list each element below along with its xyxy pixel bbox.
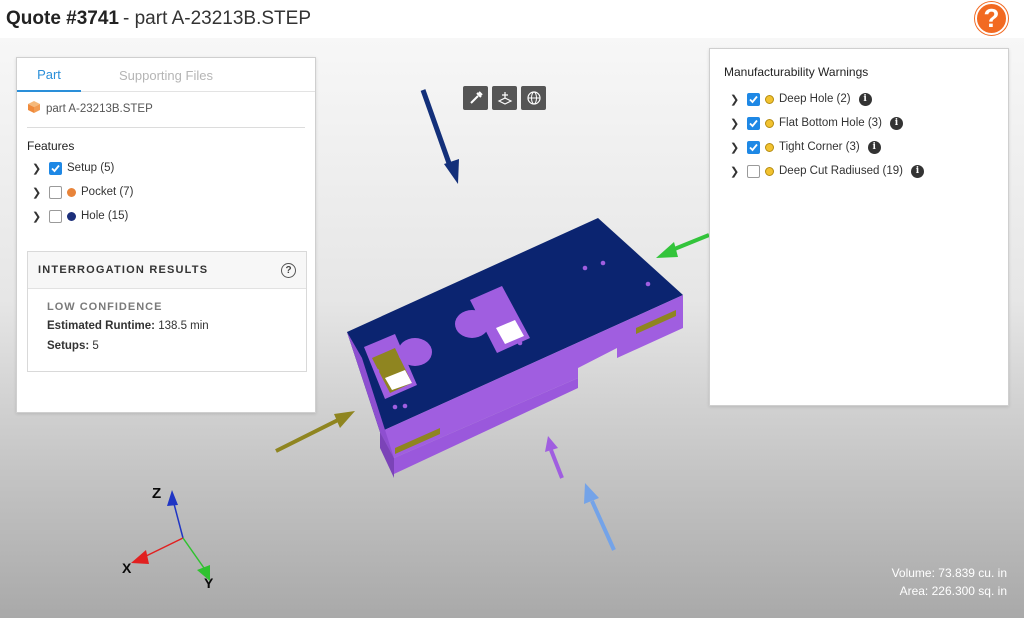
volume-readout: Volume: 73.839 cu. in (891, 566, 1007, 580)
warning-dot (765, 94, 774, 104)
axis-y-label: Y (204, 575, 214, 591)
warning-checkbox[interactable] (747, 140, 760, 154)
setups-line: Setups: 5 (47, 340, 287, 352)
quote-file-name: - part A-23213B.STEP (123, 8, 311, 29)
part-stats: Volume: 73.839 cu. in Area: 226.300 sq. … (892, 564, 1007, 600)
small-hole (600, 260, 606, 266)
arrow-olive (275, 411, 355, 453)
warnings-panel: Manufacturability Warnings ❯ Deep Hole (… (709, 48, 1009, 406)
arrow-purple (545, 436, 564, 479)
feature-item-pocket: ❯ Pocket (7) (32, 180, 315, 204)
warning-item-tight-corner: ❯ Tight Corner (3) i (730, 135, 1008, 159)
small-hole (374, 368, 380, 374)
part-file-name: part A-23213B.STEP (46, 102, 153, 115)
part-file-row[interactable]: part A-23213B.STEP (27, 100, 305, 128)
feature-item-setup: ❯ Setup (5) (32, 156, 315, 180)
chevron-right-icon[interactable]: ❯ (32, 210, 45, 223)
tab-supporting-files[interactable]: Supporting Files (81, 58, 251, 92)
warning-label: Deep Cut Radiused (19) (779, 165, 904, 177)
confidence-label: LOW CONFIDENCE (47, 301, 163, 313)
feature-item-hole: ❯ Hole (15) (32, 204, 315, 228)
feature-label: Hole (15) (81, 210, 129, 222)
axis-triad: Z X Y (122, 485, 214, 591)
chevron-right-icon[interactable]: ❯ (32, 186, 45, 199)
info-icon[interactable]: i (889, 116, 903, 130)
warning-label: Flat Bottom Hole (3) (779, 117, 882, 129)
warning-checkbox[interactable] (747, 92, 760, 106)
setups-value: 5 (92, 340, 99, 352)
chevron-right-icon[interactable]: ❯ (730, 117, 743, 130)
warnings-title: Manufacturability Warnings (724, 65, 869, 79)
part-panel: Part Supporting Files part A-23213B.STEP… (16, 57, 316, 413)
area-readout: Area: 226.300 sq. in (899, 584, 1007, 598)
chevron-right-icon[interactable]: ❯ (730, 141, 743, 154)
part-tabs: Part Supporting Files (17, 58, 315, 92)
cube-icon (27, 100, 41, 117)
chevron-right-icon[interactable]: ❯ (32, 162, 45, 175)
small-hole (402, 403, 408, 409)
feature-list: ❯ Setup (5) ❯ Pocket (7) ❯ Hole (15) (32, 156, 315, 228)
runtime-line: Estimated Runtime: 138.5 min (47, 320, 287, 332)
warning-checkbox[interactable] (747, 164, 760, 178)
axis-x-label: X (122, 560, 132, 576)
warning-checkbox[interactable] (747, 116, 760, 130)
arrow-green (656, 233, 710, 258)
features-heading: Features (27, 139, 75, 153)
globe-icon[interactable] (521, 86, 546, 110)
chevron-right-icon[interactable]: ❯ (730, 93, 743, 106)
small-hole (582, 265, 588, 271)
warning-item-flat-bottom-hole: ❯ Flat Bottom Hole (3) i (730, 111, 1008, 135)
feature-checkbox[interactable] (49, 185, 62, 199)
warning-item-deep-hole: ❯ Deep Hole (2) i (730, 87, 1008, 111)
help-button[interactable]: ? (975, 2, 1008, 35)
warning-label: Deep Hole (2) (779, 93, 851, 105)
interrogation-header: INTERROGATION RESULTS ? (28, 252, 306, 289)
small-hole (517, 340, 523, 346)
feature-label: Setup (5) (67, 162, 115, 174)
runtime-label: Estimated Runtime: (47, 320, 155, 332)
view-toolbar (463, 86, 546, 110)
feature-checkbox[interactable] (49, 209, 62, 223)
quote-id: Quote #3741 (6, 8, 119, 29)
runtime-value: 138.5 min (158, 320, 209, 332)
small-hole (392, 404, 398, 410)
warning-label: Tight Corner (3) (779, 141, 860, 153)
feature-checkbox[interactable] (49, 161, 62, 175)
wrench-hammer-icon[interactable] (463, 86, 488, 110)
setups-label: Setups: (47, 340, 90, 352)
pocket-hole-1 (398, 338, 432, 366)
warning-dot (765, 166, 774, 176)
interrogation-title: INTERROGATION RESULTS (38, 264, 209, 276)
header-bar: Quote #3741 - part A-23213B.STEP ? (0, 0, 1024, 38)
warning-item-deep-cut-radiused: ❯ Deep Cut Radiused (19) i (730, 159, 1008, 183)
warning-dot (765, 142, 774, 152)
question-circle-icon[interactable]: ? (281, 262, 296, 278)
info-icon[interactable]: i (911, 164, 925, 178)
interrogation-body: LOW CONFIDENCE Estimated Runtime: 138.5 … (28, 289, 306, 372)
warning-dot (765, 118, 774, 128)
hole-color-dot (67, 211, 76, 221)
arrow-lightblue (584, 483, 616, 551)
arrow-navy (420, 89, 459, 184)
assembly-icon[interactable] (492, 86, 517, 110)
small-hole (645, 281, 651, 287)
warning-list: ❯ Deep Hole (2) i ❯ Flat Bottom Hole (3)… (730, 87, 1008, 183)
axis-z-label: Z (152, 485, 161, 502)
chevron-right-icon[interactable]: ❯ (730, 165, 743, 178)
pocket-color-dot (67, 187, 76, 197)
info-icon[interactable]: i (867, 140, 881, 154)
tab-part[interactable]: Part (17, 58, 81, 92)
info-icon[interactable]: i (858, 92, 872, 106)
interrogation-results: INTERROGATION RESULTS ? LOW CONFIDENCE E… (27, 251, 307, 372)
feature-label: Pocket (7) (81, 186, 134, 198)
